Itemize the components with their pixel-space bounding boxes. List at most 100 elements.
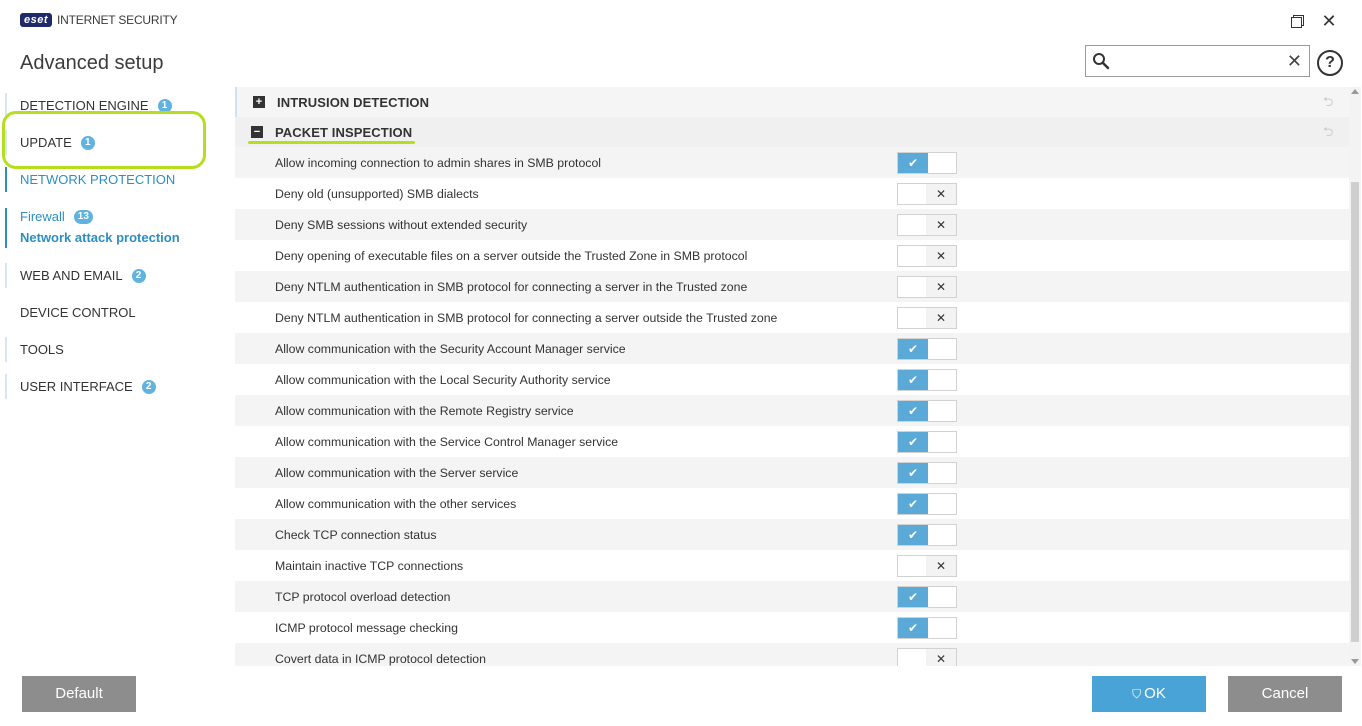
notification-badge: 2 bbox=[131, 268, 146, 283]
nav-indicator bbox=[5, 300, 7, 325]
setting-row: Allow communication with the Local Secur… bbox=[235, 364, 1349, 395]
sidebar-item-label: TOOLS bbox=[20, 342, 64, 357]
sidebar-item-web-and-email[interactable]: WEB AND EMAIL 2 bbox=[0, 257, 225, 294]
section-title: PACKET INSPECTION bbox=[275, 124, 413, 140]
x-icon bbox=[926, 277, 956, 297]
sidebar-item-label: Network attack protection bbox=[20, 230, 180, 245]
sidebar-subitem-network-attack-protection[interactable]: Network attack protection bbox=[20, 227, 225, 248]
scroll-up-icon[interactable] bbox=[1351, 89, 1359, 94]
page-title: Advanced setup bbox=[20, 52, 164, 74]
setting-label: Allow communication with the other servi… bbox=[275, 496, 517, 511]
setting-toggle[interactable] bbox=[897, 400, 957, 422]
setting-toggle[interactable] bbox=[897, 493, 957, 515]
setting-toggle[interactable] bbox=[897, 276, 957, 298]
setting-row: Covert data in ICMP protocol detection bbox=[235, 643, 1349, 666]
setting-label: Maintain inactive TCP connections bbox=[275, 558, 464, 573]
setting-toggle[interactable] bbox=[897, 338, 957, 360]
scroll-thumb[interactable] bbox=[1351, 182, 1359, 642]
setting-label: Deny NTLM authentication in SMB protocol… bbox=[275, 310, 778, 325]
check-icon bbox=[898, 587, 928, 607]
collapse-icon[interactable]: − bbox=[251, 126, 263, 138]
section-title: INTRUSION DETECTION bbox=[277, 94, 430, 110]
sidebar-item-detection-engine[interactable]: DETECTION ENGINE 1 bbox=[0, 87, 225, 124]
sidebar-subitem-firewall[interactable]: Firewall 13 bbox=[20, 206, 225, 227]
section-packet-inspection[interactable]: − PACKET INSPECTION ⮌ bbox=[235, 117, 1349, 147]
sidebar-item-label: DETECTION ENGINE bbox=[20, 98, 149, 113]
section-intrusion-detection[interactable]: + INTRUSION DETECTION ⮌ bbox=[235, 87, 1349, 117]
x-icon bbox=[926, 649, 956, 666]
revert-icon[interactable]: ⮌ bbox=[1323, 95, 1337, 109]
setting-row: TCP protocol overload detection bbox=[235, 581, 1349, 612]
restore-window-button[interactable] bbox=[1288, 12, 1306, 30]
setting-row: Deny opening of executable files on a se… bbox=[235, 240, 1349, 271]
sidebar-item-label: UPDATE bbox=[20, 135, 72, 150]
search-box[interactable]: ✕ bbox=[1085, 45, 1310, 77]
nav-indicator bbox=[5, 263, 7, 288]
setting-row: Allow communication with the other servi… bbox=[235, 488, 1349, 519]
setting-toggle[interactable] bbox=[897, 462, 957, 484]
check-icon bbox=[898, 339, 928, 359]
sidebar-item-network-protection[interactable]: NETWORK PROTECTION bbox=[0, 161, 225, 198]
vertical-scrollbar[interactable] bbox=[1349, 87, 1361, 666]
setting-label: Deny old (unsupported) SMB dialects bbox=[275, 186, 479, 201]
sidebar-item-user-interface[interactable]: USER INTERFACE 2 bbox=[0, 368, 225, 405]
sidebar-item-update[interactable]: UPDATE 1 bbox=[0, 124, 225, 161]
shield-icon: ⛉ bbox=[1132, 687, 1142, 701]
x-icon bbox=[926, 556, 956, 576]
sidebar-item-label: DEVICE CONTROL bbox=[20, 305, 136, 320]
setting-row: Maintain inactive TCP connections bbox=[235, 550, 1349, 581]
notification-badge: 1 bbox=[80, 135, 95, 150]
sidebar-item-device-control[interactable]: DEVICE CONTROL bbox=[0, 294, 225, 331]
cancel-button[interactable]: Cancel bbox=[1228, 676, 1342, 712]
notification-badge: 13 bbox=[73, 209, 93, 224]
setting-row: Deny NTLM authentication in SMB protocol… bbox=[235, 271, 1349, 302]
sidebar-item-tools[interactable]: TOOLS bbox=[0, 331, 225, 368]
network-protection-subitems: Firewall 13 Network attack protection bbox=[0, 200, 225, 254]
cancel-button-label: Cancel bbox=[1261, 685, 1309, 702]
check-icon bbox=[898, 525, 928, 545]
setting-toggle[interactable] bbox=[897, 586, 957, 608]
setting-toggle[interactable] bbox=[897, 524, 957, 546]
setting-toggle[interactable] bbox=[897, 307, 957, 329]
setting-label: Deny SMB sessions without extended secur… bbox=[275, 217, 528, 232]
setting-toggle[interactable] bbox=[897, 431, 957, 453]
revert-icon[interactable]: ⮌ bbox=[1323, 125, 1337, 139]
notification-badge: 1 bbox=[157, 98, 172, 113]
setting-toggle[interactable] bbox=[897, 152, 957, 174]
setting-toggle[interactable] bbox=[897, 617, 957, 639]
setting-label: Allow communication with the Service Con… bbox=[275, 434, 619, 449]
setting-toggle[interactable] bbox=[897, 369, 957, 391]
eset-advanced-setup-window: eset INTERNET SECURITY ✕ Advanced setup … bbox=[0, 0, 1362, 726]
setting-toggle[interactable] bbox=[897, 183, 957, 205]
setting-toggle[interactable] bbox=[897, 555, 957, 577]
setting-toggle[interactable] bbox=[897, 214, 957, 236]
sidebar: DETECTION ENGINE 1 UPDATE 1 NETWORK PROT… bbox=[0, 87, 225, 405]
sidebar-item-label: Firewall bbox=[20, 209, 65, 224]
setting-label: Allow communication with the Remote Regi… bbox=[275, 403, 574, 418]
expand-icon[interactable]: + bbox=[253, 96, 265, 108]
setting-row: Check TCP connection status bbox=[235, 519, 1349, 550]
clear-search-icon[interactable]: ✕ bbox=[1287, 50, 1302, 72]
highlight-underline bbox=[248, 141, 415, 144]
restore-icon bbox=[1291, 15, 1304, 28]
default-button[interactable]: Default bbox=[22, 676, 136, 712]
search-input[interactable] bbox=[1116, 50, 1281, 72]
settings-list: Allow incoming connection to admin share… bbox=[235, 147, 1349, 666]
setting-row: Allow communication with the Remote Regi… bbox=[235, 395, 1349, 426]
check-icon bbox=[898, 463, 928, 483]
nav-indicator bbox=[5, 374, 7, 399]
check-icon bbox=[898, 618, 928, 638]
scroll-down-icon[interactable] bbox=[1351, 659, 1359, 664]
setting-label: Check TCP connection status bbox=[275, 527, 437, 542]
close-icon: ✕ bbox=[1321, 11, 1337, 31]
setting-label: TCP protocol overload detection bbox=[275, 589, 451, 604]
sidebar-item-label: USER INTERFACE bbox=[20, 379, 133, 394]
close-window-button[interactable]: ✕ bbox=[1320, 12, 1338, 30]
setting-toggle[interactable] bbox=[897, 648, 957, 666]
setting-label: Allow communication with the Local Secur… bbox=[275, 372, 611, 387]
search-icon bbox=[1093, 53, 1110, 70]
settings-panel: + INTRUSION DETECTION ⮌ − PACKET INSPECT… bbox=[235, 87, 1349, 666]
ok-button[interactable]: ⛉ OK bbox=[1092, 676, 1206, 712]
help-button[interactable]: ? bbox=[1317, 50, 1343, 76]
setting-toggle[interactable] bbox=[897, 245, 957, 267]
